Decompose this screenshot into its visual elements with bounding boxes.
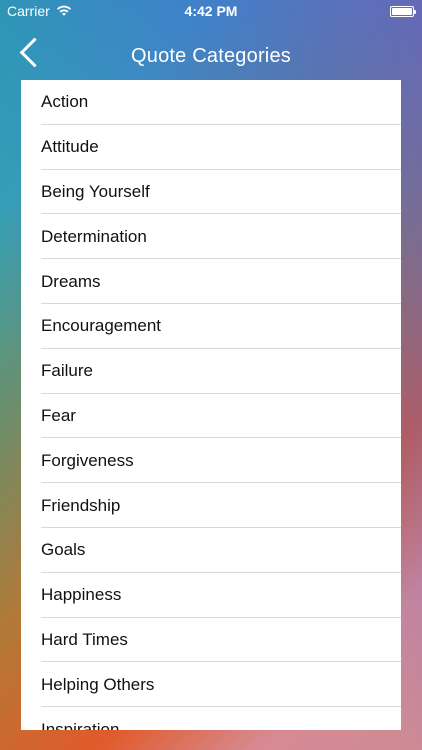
status-time: 4:42 PM <box>184 3 238 19</box>
category-item-helping-others[interactable]: Helping Others <box>21 662 401 707</box>
carrier-label: Carrier <box>7 3 50 19</box>
wifi-icon <box>56 4 72 18</box>
category-item-goals[interactable]: Goals <box>21 528 401 573</box>
category-item-attitude[interactable]: Attitude <box>21 125 401 170</box>
battery-icon <box>390 6 416 17</box>
category-label: Goals <box>41 540 86 560</box>
category-label: Encouragement <box>41 316 162 336</box>
status-bar: Carrier 4:42 PM <box>0 0 422 22</box>
category-item-failure[interactable]: Failure <box>21 349 401 394</box>
category-item-fear[interactable]: Fear <box>21 394 401 439</box>
category-item-being-yourself[interactable]: Being Yourself <box>21 170 401 215</box>
category-label: Forgiveness <box>41 450 134 470</box>
category-label: Failure <box>41 361 93 381</box>
category-label: Inspiration <box>41 719 120 730</box>
category-item-forgiveness[interactable]: Forgiveness <box>21 438 401 483</box>
category-item-friendship[interactable]: Friendship <box>21 483 401 528</box>
category-item-action[interactable]: Action <box>21 80 401 125</box>
category-label: Attitude <box>41 137 99 157</box>
category-label: Friendship <box>41 495 121 515</box>
category-label: Helping Others <box>41 674 155 694</box>
category-item-hard-times[interactable]: Hard Times <box>21 618 401 663</box>
category-label: Determination <box>41 226 147 246</box>
category-label: Hard Times <box>41 629 128 649</box>
category-item-determination[interactable]: Determination <box>21 214 401 259</box>
category-label: Fear <box>41 405 76 425</box>
category-label: Dreams <box>41 271 101 291</box>
category-item-happiness[interactable]: Happiness <box>21 573 401 618</box>
category-item-dreams[interactable]: Dreams <box>21 259 401 304</box>
category-label: Action <box>41 92 89 112</box>
page-title: Quote Categories <box>131 45 291 67</box>
navigation-bar: Quote Categories <box>0 22 422 80</box>
category-item-inspiration[interactable]: Inspiration <box>21 707 401 730</box>
category-list[interactable]: Action Attitude Being Yourself Determina… <box>21 80 401 730</box>
category-label: Being Yourself <box>41 181 150 201</box>
category-item-encouragement[interactable]: Encouragement <box>21 304 401 349</box>
status-left: Carrier <box>7 3 72 19</box>
category-label: Happiness <box>41 585 122 605</box>
